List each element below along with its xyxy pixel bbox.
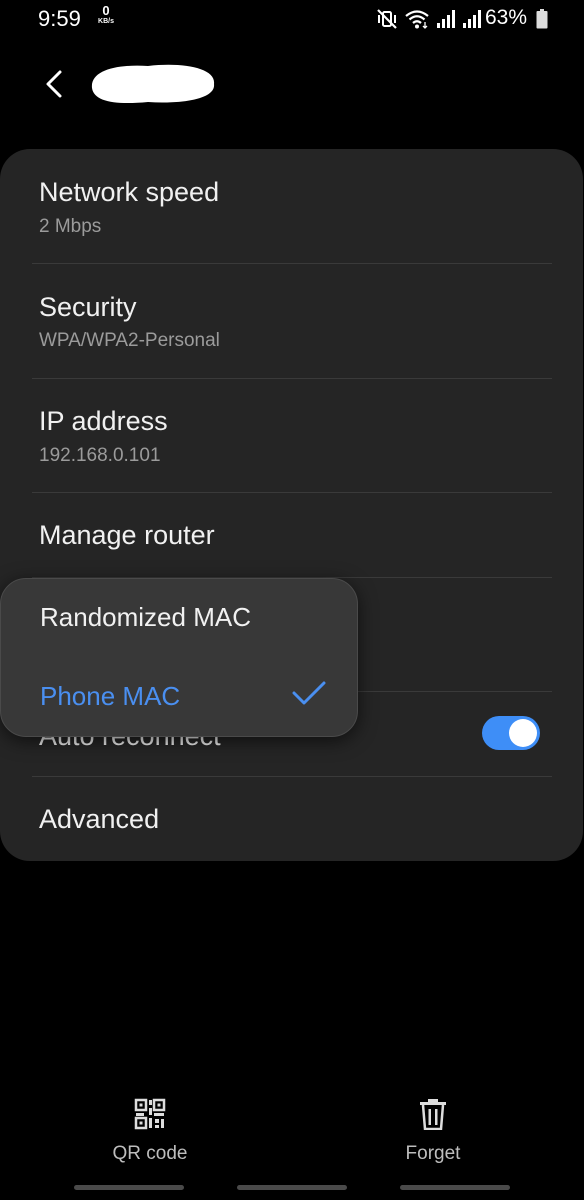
nav-handle-center[interactable] <box>237 1185 347 1190</box>
advanced-row[interactable]: Advanced <box>0 777 583 861</box>
mac-address-type-popup: Randomized MAC Phone MAC <box>0 578 358 737</box>
network-speed-indicator: 0 KB/s <box>93 4 119 25</box>
battery-icon <box>536 9 548 29</box>
forget-button[interactable]: Forget <box>353 1098 513 1165</box>
network-speed-title: Network speed <box>39 177 220 207</box>
randomized-mac-option[interactable]: Randomized MAC <box>1 579 357 657</box>
network-details-card: Network speed 2 Mbps Security WPA/WPA2-P… <box>0 149 583 861</box>
network-speed-row: Network speed 2 Mbps <box>0 149 583 263</box>
network-name-redacted <box>91 64 215 104</box>
signal-icon-sim2 <box>463 10 481 28</box>
signal-icon-sim1 <box>437 10 455 28</box>
status-icons <box>376 6 482 32</box>
security-title: Security <box>39 292 137 322</box>
toggle-knob <box>509 719 537 747</box>
chevron-left-icon <box>46 70 62 98</box>
forget-label: Forget <box>405 1143 461 1164</box>
status-bar: 9:59 0 KB/s 63% <box>0 0 584 40</box>
qr-code-icon <box>134 1098 166 1130</box>
trash-icon <box>420 1099 446 1131</box>
network-speed-value: 0 <box>102 3 110 18</box>
checkmark-icon <box>292 681 326 705</box>
qr-code-label: QR code <box>112 1143 188 1164</box>
network-speed-unit: KB/s <box>98 18 114 25</box>
manage-router-row[interactable]: Manage router <box>0 493 583 577</box>
battery-percent: 63% <box>484 6 527 29</box>
wifi-icon <box>405 10 429 29</box>
network-speed-value: 2 Mbps <box>39 216 102 237</box>
qr-code-button[interactable]: QR code <box>70 1098 230 1165</box>
ip-address-title: IP address <box>39 406 168 436</box>
ip-address-value: 192.168.0.101 <box>39 445 161 466</box>
nav-handle-left[interactable] <box>74 1185 184 1190</box>
randomized-mac-label: Randomized MAC <box>40 602 251 632</box>
ip-address-row: IP address 192.168.0.101 <box>0 379 583 492</box>
phone-mac-label: Phone MAC <box>40 681 181 711</box>
manage-router-title: Manage router <box>39 520 215 550</box>
back-button[interactable] <box>34 64 74 104</box>
advanced-title: Advanced <box>39 804 160 834</box>
security-row[interactable]: Security WPA/WPA2-Personal <box>0 264 583 378</box>
status-time: 9:59 <box>38 6 81 31</box>
nav-handle-right[interactable] <box>400 1185 510 1190</box>
vibrate-mute-icon <box>377 9 397 29</box>
auto-reconnect-toggle[interactable] <box>482 716 540 750</box>
security-value: WPA/WPA2-Personal <box>39 330 220 351</box>
